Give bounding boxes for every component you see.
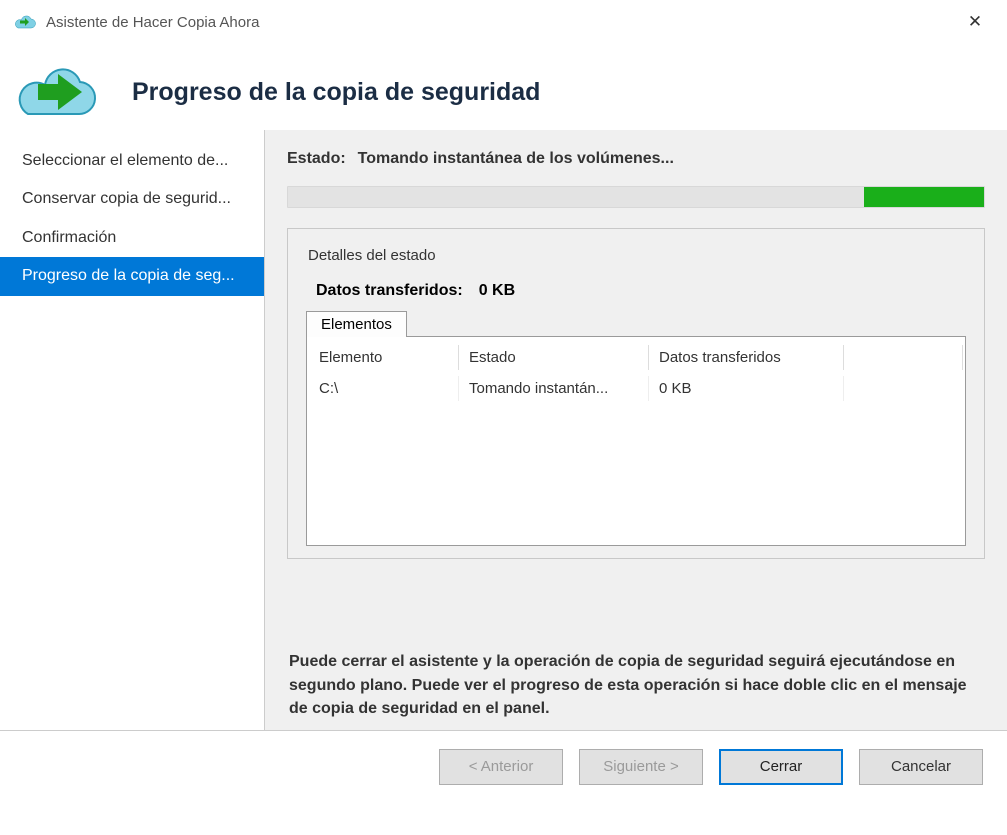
sidebar-item-progress[interactable]: Progreso de la copia de seg... — [0, 257, 264, 295]
app-icon — [14, 14, 36, 30]
info-note: Puede cerrar el asistente y la operación… — [287, 644, 985, 720]
header: Progreso de la copia de seguridad — [0, 44, 1007, 130]
sidebar-item-confirmation[interactable]: Confirmación — [0, 219, 264, 257]
close-icon[interactable]: ✕ — [955, 12, 995, 32]
sidebar-item-select-element[interactable]: Seleccionar el elemento de... — [0, 142, 264, 180]
window-title: Asistente de Hacer Copia Ahora — [46, 14, 259, 31]
prev-button: < Anterior — [439, 749, 563, 785]
col-transferred[interactable]: Datos transferidos — [649, 345, 844, 370]
status-row: Estado: Tomando instantánea de los volúm… — [287, 150, 985, 168]
close-button[interactable]: Cerrar — [719, 749, 843, 785]
table-row[interactable]: C:\ Tomando instantán... 0 KB — [309, 376, 963, 401]
sidebar: Seleccionar el elemento de... Conservar … — [0, 130, 265, 730]
titlebar: Asistente de Hacer Copia Ahora ✕ — [0, 0, 1007, 44]
status-details-group: Detalles del estado Datos transferidos: … — [287, 228, 985, 559]
progress-bar — [287, 186, 985, 208]
transferred-value: 0 KB — [479, 282, 515, 300]
cell-element: C:\ — [309, 376, 459, 401]
transferred-row: Datos transferidos: 0 KB — [316, 282, 966, 300]
footer: < Anterior Siguiente > Cerrar Cancelar — [0, 730, 1007, 802]
status-value: Tomando instantánea de los volúmenes... — [358, 150, 674, 168]
tab-elements[interactable]: Elementos — [306, 311, 407, 337]
col-status[interactable]: Estado — [459, 345, 649, 370]
transferred-label: Datos transferidos: — [316, 282, 463, 300]
cell-status: Tomando instantán... — [459, 376, 649, 401]
cancel-button[interactable]: Cancelar — [859, 749, 983, 785]
app-large-icon — [10, 62, 100, 122]
elements-table: Elemento Estado Datos transferidos C:\ T… — [306, 336, 966, 546]
status-label: Estado: — [287, 150, 346, 168]
table-header: Elemento Estado Datos transferidos — [309, 339, 963, 376]
cell-transferred: 0 KB — [649, 376, 844, 401]
col-element[interactable]: Elemento — [309, 345, 459, 370]
progress-chunk — [864, 187, 984, 207]
sidebar-item-keep-backup[interactable]: Conservar copia de segurid... — [0, 180, 264, 218]
page-title: Progreso de la copia de seguridad — [132, 78, 540, 107]
next-button: Siguiente > — [579, 749, 703, 785]
main-panel: Estado: Tomando instantánea de los volúm… — [265, 130, 1007, 730]
status-details-legend: Detalles del estado — [306, 247, 442, 264]
